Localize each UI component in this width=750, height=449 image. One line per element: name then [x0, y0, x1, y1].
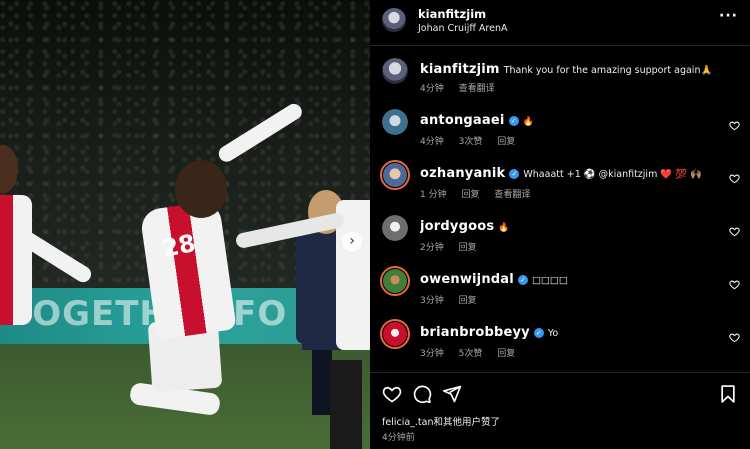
comment-line: ozhanyanik ✓ Whaaatt +1 ⚽ @kianfitzjim ❤️ … [420, 162, 720, 181]
comment-like-heart-icon[interactable] [729, 173, 740, 184]
comment-meta: 3分钟 回复 [420, 293, 489, 306]
comment-reply-button[interactable]: 回复 [461, 190, 479, 200]
comment-like-heart-icon[interactable] [729, 120, 740, 131]
opponent-legs [312, 350, 332, 415]
verified-badge-icon: ✓ [517, 275, 528, 285]
comment-meta: 1 分钟 回复 查看翻译 [420, 187, 542, 200]
comment-reply-button[interactable]: 回复 [497, 137, 515, 147]
comment-line: antongaaei ✓ 🔥 [420, 109, 720, 128]
caption-time: 4分钟 [420, 84, 444, 94]
comment-time: 4分钟 [420, 137, 444, 147]
comment-likes-count[interactable]: 3次赞 [459, 137, 483, 147]
save-bookmark-icon[interactable] [718, 384, 738, 404]
post-sidebar: kianfitzjim Johan Cruijff ArenA ··· kian… [370, 0, 750, 449]
teammate-right-legs [330, 360, 362, 449]
comment-time: 2分钟 [420, 243, 444, 253]
comment-line: jordygoos 🔥 [420, 215, 720, 234]
comment-item: owenwijndal ✓ □□□□ 3分钟 回复 [370, 262, 750, 312]
comment-text: 🔥 [498, 223, 510, 233]
comment-meta: 4分钟 3次赞 回复 [420, 134, 527, 147]
comment-avatar[interactable] [380, 319, 410, 349]
comment-like-heart-icon[interactable] [729, 279, 740, 290]
post-actions: felicia_.tan和其他用户赞了 4分钟前 [370, 372, 750, 449]
comment-like-heart-icon[interactable] [729, 226, 740, 237]
caption-meta: 4分钟 查看翻译 [420, 81, 507, 94]
comment-bubble-icon[interactable] [412, 384, 432, 404]
caption: kianfitzjim Thank you for the amazing sup… [370, 52, 750, 102]
caption-translate-link[interactable]: 查看翻译 [459, 84, 495, 94]
liked-by-username[interactable]: felicia_.tan [382, 417, 434, 428]
author-username[interactable]: kianfitzjim [418, 7, 486, 21]
liked-by-rest: 和其他用户赞了 [433, 417, 501, 428]
player-head [175, 160, 227, 218]
share-send-icon[interactable] [442, 384, 462, 404]
comment-text: Yo [547, 328, 559, 339]
comment-reply-button[interactable]: 回复 [497, 349, 515, 359]
comment-username[interactable]: brianbrobbeyy [420, 325, 530, 340]
caption-username[interactable]: kianfitzjim [420, 62, 500, 77]
post-photo[interactable]: TOGETHER FO 28 › [0, 0, 370, 449]
comment-meta: 3分钟 5次赞 回复 [420, 346, 527, 359]
liked-by-summary[interactable]: felicia_.tan和其他用户赞了 [382, 414, 500, 428]
comment-meta: 2分钟 回复 [420, 240, 489, 253]
comment-line: brianbrobbeyy ✓ Yo [420, 321, 720, 340]
caption-text: Thank you for the amazing support again🙏 [503, 65, 713, 76]
teammate-left [0, 195, 32, 325]
comment-text: □□□□ [531, 275, 568, 286]
author-avatar[interactable] [382, 8, 406, 32]
comment-reply-button[interactable]: 回复 [459, 296, 477, 306]
post-timestamp: 4分钟前 [382, 433, 415, 443]
post-header: kianfitzjim Johan Cruijff ArenA ··· [370, 0, 750, 46]
comments-list[interactable]: kianfitzjim Thank you for the amazing sup… [370, 46, 750, 372]
comment-line: owenwijndal ✓ □□□□ [420, 268, 720, 287]
comment-username[interactable]: owenwijndal [420, 272, 514, 287]
comment-avatar[interactable] [380, 266, 410, 296]
verified-badge-icon: ✓ [508, 116, 519, 126]
comment-item: ozhanyanik ✓ Whaaatt +1 ⚽ @kianfitzjim ❤️ … [370, 156, 750, 206]
comment-username[interactable]: antongaaei [420, 113, 505, 128]
caption-line: kianfitzjim Thank you for the amazing sup… [420, 58, 720, 77]
like-heart-icon[interactable] [382, 384, 402, 404]
comment-likes-count[interactable]: 5次赞 [459, 349, 483, 359]
carousel-next-icon[interactable]: › [342, 232, 362, 252]
more-options-icon[interactable]: ··· [719, 8, 738, 24]
comment-item: antongaaei ✓ 🔥 4分钟 3次赞 回复 [370, 103, 750, 153]
comment-text: Whaaatt +1 ⚽ @kianfitzjim ❤️ 💯 🙌🏽 [523, 169, 702, 180]
comment-username[interactable]: ozhanyanik [420, 166, 505, 181]
comment-item: brianbrobbeyy ✓ Yo 3分钟 5次赞 回复 [370, 315, 750, 365]
comment-item: jordygoos 🔥 2分钟 回复 [370, 209, 750, 259]
comment-reply-button[interactable]: 回复 [459, 243, 477, 253]
comment-time: 3分钟 [420, 296, 444, 306]
comment-avatar[interactable] [380, 160, 410, 190]
verified-badge-icon: ✓ [533, 328, 544, 338]
comment-username[interactable]: jordygoos [420, 219, 494, 234]
comment-avatar[interactable] [382, 215, 408, 241]
verified-badge-icon: ✓ [509, 169, 520, 179]
comment-text: 🔥 [522, 117, 534, 127]
post-location[interactable]: Johan Cruijff ArenA [418, 23, 507, 34]
comment-avatar[interactable] [382, 109, 408, 135]
comment-time: 3分钟 [420, 349, 444, 359]
caption-avatar[interactable] [382, 58, 408, 84]
comment-time: 1 分钟 [420, 190, 447, 200]
comment-translate-link[interactable]: 查看翻译 [494, 190, 530, 200]
comment-like-heart-icon[interactable] [729, 332, 740, 343]
